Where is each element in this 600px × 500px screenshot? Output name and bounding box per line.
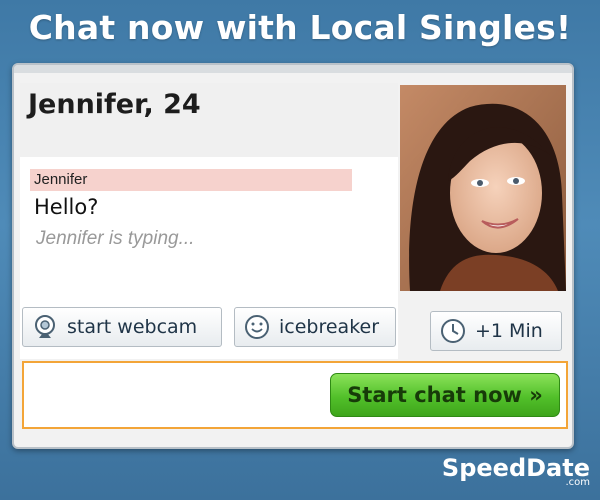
webcam-icon: [31, 313, 59, 341]
profile-photo[interactable]: [400, 85, 566, 291]
profile-photo-image: [400, 85, 566, 291]
typing-indicator: Jennifer is typing...: [36, 228, 195, 249]
start-chat-bar: Start chat now »: [22, 361, 568, 429]
icebreaker-button[interactable]: icebreaker: [234, 307, 396, 347]
ad-headline: Chat now with Local Singles!: [28, 8, 572, 47]
widget-top-bar: [14, 65, 572, 73]
icebreaker-label: icebreaker: [279, 316, 380, 338]
speeddate-logo[interactable]: SpeedDate .com: [442, 456, 590, 488]
start-webcam-button[interactable]: start webcam: [22, 307, 222, 347]
message-text: Hello?: [34, 195, 99, 219]
smiley-icon: [243, 313, 271, 341]
clock-icon: [439, 317, 467, 345]
start-webcam-label: start webcam: [67, 316, 198, 338]
message-sender: Jennifer: [30, 169, 352, 191]
add-minute-button[interactable]: +1 Min: [430, 311, 562, 351]
start-chat-button[interactable]: Start chat now »: [330, 373, 560, 417]
profile-name-age: Jennifer, 24: [28, 89, 201, 120]
add-minute-label: +1 Min: [475, 320, 543, 342]
profile-header: Jennifer, 24: [20, 83, 398, 157]
chat-widget: Jennifer, 24 Jennifer Hello? Jennifer is…: [12, 63, 574, 449]
